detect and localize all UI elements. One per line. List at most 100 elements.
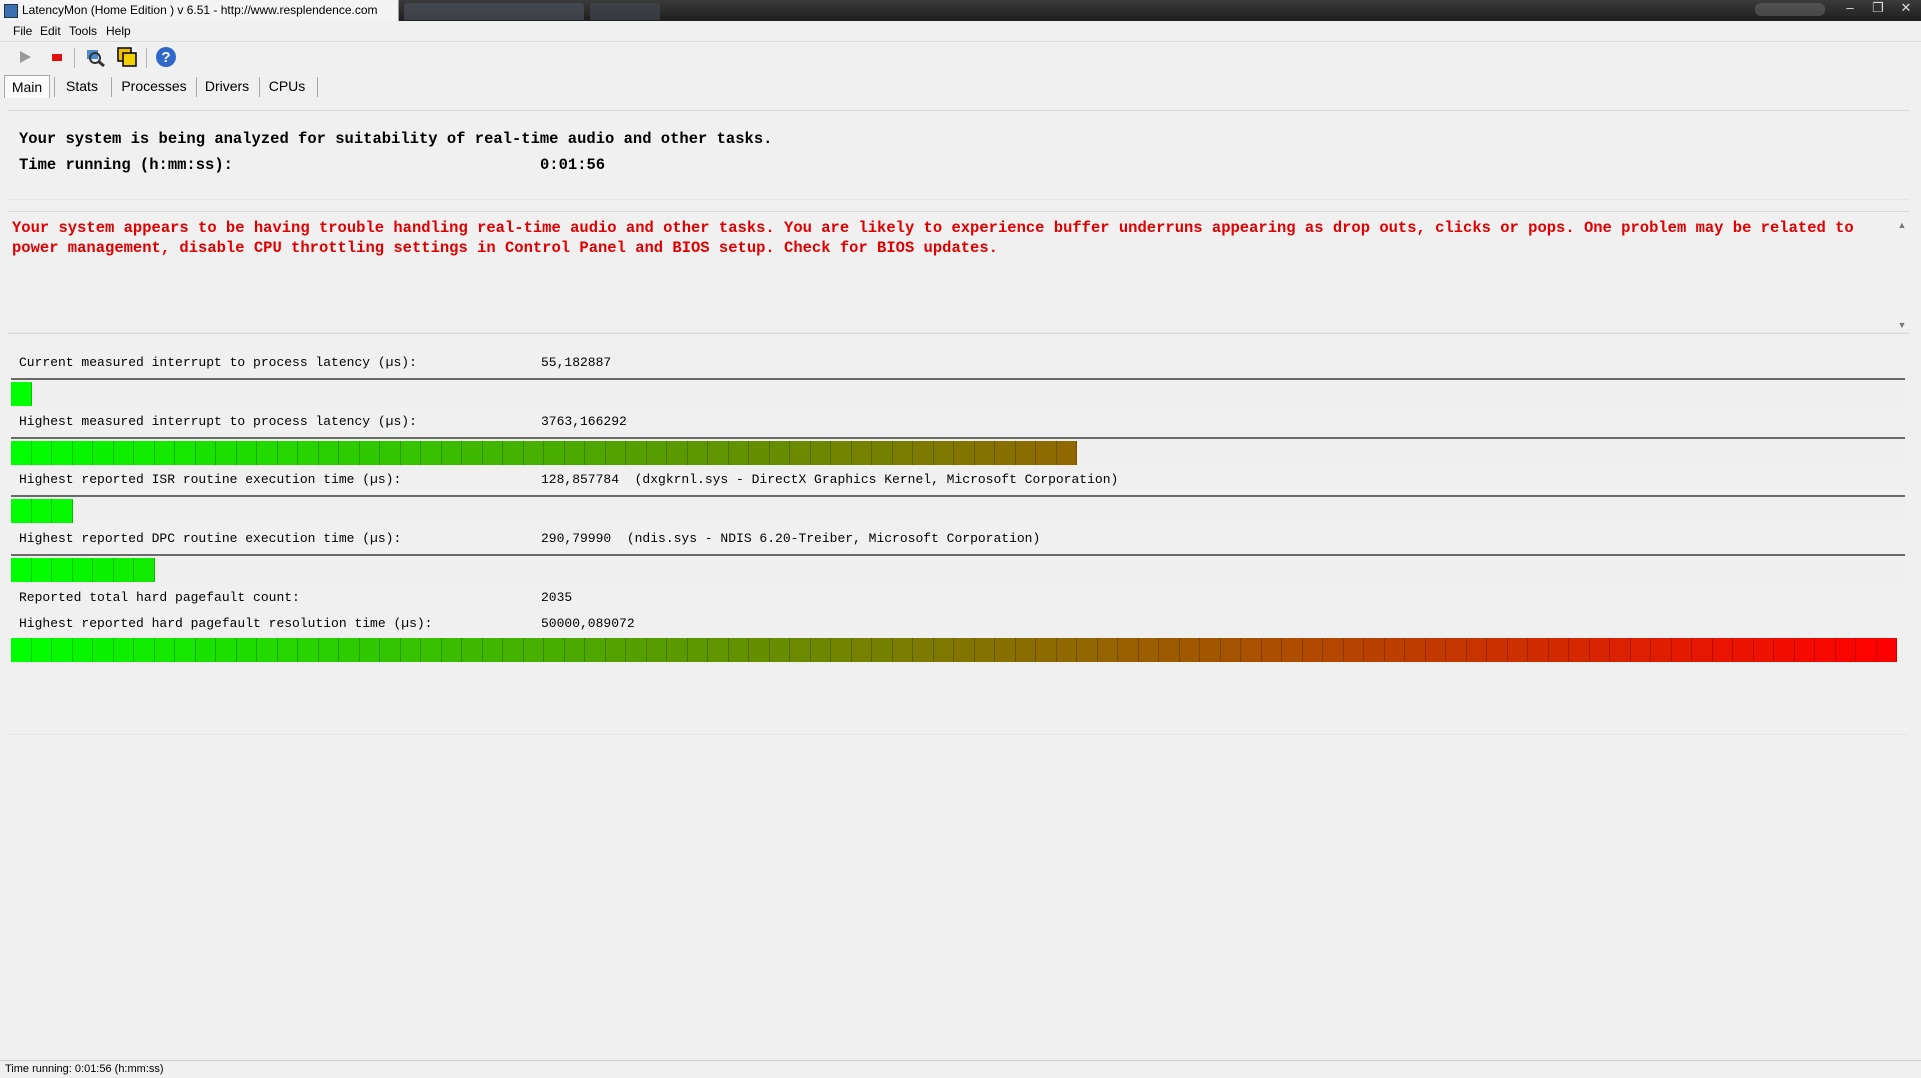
toolbar-separator xyxy=(146,48,147,68)
background-window-tab-2[interactable] xyxy=(590,3,660,20)
gauge-segment xyxy=(1794,638,1815,662)
gauge-segment xyxy=(1015,638,1036,662)
gauge-segment xyxy=(52,558,73,582)
gauge-segment xyxy=(995,638,1016,662)
gauge-segment xyxy=(503,638,524,662)
analysis-status-text: Your system is being analyzed for suitab… xyxy=(19,130,773,148)
gauge-segment xyxy=(728,638,749,662)
background-window-tab[interactable] xyxy=(404,3,584,20)
scroll-up-icon[interactable]: ▲ xyxy=(1895,220,1909,230)
gauge-segment xyxy=(605,441,626,465)
gauge-segment xyxy=(1179,638,1200,662)
gauge-segment xyxy=(913,441,934,465)
stop-icon[interactable] xyxy=(46,46,68,68)
warning-scrollbar[interactable]: ▲ ▼ xyxy=(1895,212,1909,332)
window-title-tab[interactable]: LatencyMon (Home Edition ) v 6.51 - http… xyxy=(0,0,399,21)
gauge-segment xyxy=(585,638,606,662)
menu-file[interactable]: File xyxy=(13,24,32,38)
gauge-segment xyxy=(52,638,73,662)
isr-label: Highest reported ISR routine execution t… xyxy=(19,472,402,487)
tab-separator xyxy=(54,77,55,97)
gauge-segment xyxy=(1856,638,1877,662)
tab-separator xyxy=(111,77,112,97)
menu-help[interactable]: Help xyxy=(106,24,131,38)
gauge-segment xyxy=(667,638,688,662)
gauge-segment xyxy=(1446,638,1467,662)
pagefault-time-label: Highest reported hard pagefault resoluti… xyxy=(19,616,433,631)
gauge-segment xyxy=(831,441,852,465)
dpc-gauge xyxy=(11,554,1905,582)
gauge-segment xyxy=(216,638,237,662)
gauge-segment xyxy=(72,638,93,662)
help-icon[interactable]: ? xyxy=(155,46,177,68)
highest-latency-label: Highest measured interrupt to process la… xyxy=(19,414,417,429)
menu-tools[interactable]: Tools xyxy=(69,24,97,38)
tab-drivers[interactable]: Drivers xyxy=(202,75,252,97)
gauge-segment xyxy=(31,499,52,523)
gauge-segment xyxy=(790,441,811,465)
gauge-segment xyxy=(1364,638,1385,662)
gauge-segment xyxy=(236,638,257,662)
tab-separator xyxy=(259,77,260,97)
gauge-segment xyxy=(708,441,729,465)
gauge-segment xyxy=(72,558,93,582)
gauge-segment xyxy=(1671,638,1692,662)
gauge-segment xyxy=(339,638,360,662)
gauge-segment xyxy=(626,638,647,662)
warning-panel[interactable]: Your system appears to be having trouble… xyxy=(8,211,1909,333)
menu-edit[interactable]: Edit xyxy=(40,24,61,38)
close-icon[interactable]: ✕ xyxy=(1892,0,1920,18)
search-drivers-icon[interactable] xyxy=(84,46,106,68)
tab-cpus[interactable]: CPUs xyxy=(265,75,309,97)
gauge-segment xyxy=(687,638,708,662)
gauge-segment xyxy=(1261,638,1282,662)
gauge-segment xyxy=(318,638,339,662)
gauge-segment xyxy=(954,441,975,465)
restore-icon[interactable]: ❐ xyxy=(1864,0,1892,18)
gauge-segment xyxy=(52,441,73,465)
gauge-segment xyxy=(974,441,995,465)
gauge-segment xyxy=(1876,638,1897,662)
gauge-fill xyxy=(11,638,1897,662)
gauge-segment xyxy=(462,638,483,662)
gauge-segment xyxy=(277,441,298,465)
gauge-segment xyxy=(1425,638,1446,662)
tab-bar: Main Stats Processes Drivers CPUs xyxy=(0,73,1921,99)
gauge-segment xyxy=(1159,638,1180,662)
tab-processes[interactable]: Processes xyxy=(118,75,190,97)
gauge-segment xyxy=(1733,638,1754,662)
gauge-segment xyxy=(1610,638,1631,662)
gauge-segment xyxy=(872,441,893,465)
gauge-segment xyxy=(1302,638,1323,662)
gauge-segment xyxy=(1692,638,1713,662)
gauge-segment xyxy=(93,441,114,465)
tab-main[interactable]: Main xyxy=(4,75,50,98)
scroll-down-icon[interactable]: ▼ xyxy=(1895,320,1909,330)
gauge-segment xyxy=(954,638,975,662)
gauge-segment xyxy=(400,441,421,465)
tab-stats[interactable]: Stats xyxy=(60,75,104,97)
gauge-segment xyxy=(667,441,688,465)
gauge-segment xyxy=(257,441,278,465)
gauge-fill xyxy=(11,441,1077,465)
play-icon[interactable] xyxy=(14,46,36,68)
time-running-value: 0:01:56 xyxy=(540,156,606,174)
isr-value: 128,857784 (dxgkrnl.sys - DirectX Graphi… xyxy=(541,472,1119,487)
gauge-segment xyxy=(380,441,401,465)
gauge-segment xyxy=(1384,638,1405,662)
gauge-segment xyxy=(523,638,544,662)
gauge-segment xyxy=(1466,638,1487,662)
gauge-segment xyxy=(749,441,770,465)
gauge-segment xyxy=(810,441,831,465)
gauge-segment xyxy=(482,638,503,662)
minimize-icon[interactable]: – xyxy=(1836,0,1864,18)
gauge-segment xyxy=(298,441,319,465)
gauge-segment xyxy=(72,441,93,465)
gauge-segment xyxy=(1753,638,1774,662)
windows-icon[interactable] xyxy=(116,46,138,68)
tab-separator xyxy=(317,77,318,97)
gauge-segment xyxy=(154,638,175,662)
dpc-label: Highest reported DPC routine execution t… xyxy=(19,531,402,546)
gauge-segment xyxy=(134,441,155,465)
time-running-label: Time running (h:mm:ss): xyxy=(19,156,233,174)
